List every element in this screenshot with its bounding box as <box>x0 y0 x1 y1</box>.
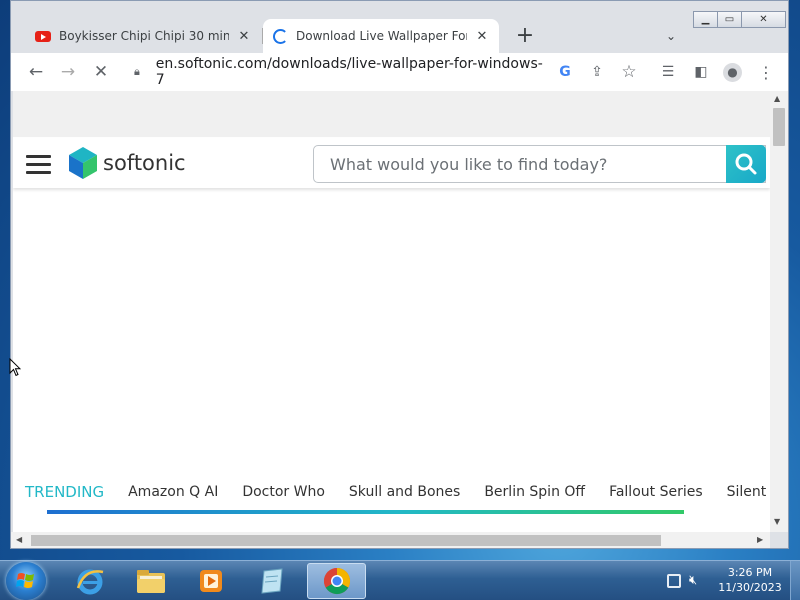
maximize-button[interactable]: ▭ <box>717 11 742 28</box>
clock-date: 11/30/2023 <box>718 581 782 594</box>
tab-youtube[interactable]: Boykisser Chipi Chipi 30 min AND ✕ <box>25 19 261 53</box>
tab-title: Boykisser Chipi Chipi 30 min AND <box>59 29 229 43</box>
media-player-taskbar-button[interactable] <box>185 563 237 599</box>
profile-avatar[interactable]: ● <box>723 63 742 82</box>
mouse-cursor-icon <box>9 358 21 377</box>
bookmark-star-icon[interactable]: ☆ <box>614 57 644 87</box>
search-icon <box>735 153 757 175</box>
scroll-left-arrow[interactable]: ◀ <box>16 535 22 544</box>
internet-explorer-icon <box>76 569 104 595</box>
tab-title: Download Live Wallpaper For Wi <box>296 29 467 43</box>
menu-icon[interactable]: ⋮ <box>751 57 781 87</box>
search-button[interactable] <box>726 145 766 183</box>
share-icon[interactable]: ⇪ <box>582 57 612 87</box>
trending-item[interactable]: Amazon Q AI <box>128 484 218 500</box>
trending-progress-line <box>47 510 684 514</box>
trending-item[interactable]: Berlin Spin Off <box>484 484 585 500</box>
stop-loading-icon[interactable]: ✕ <box>86 57 116 87</box>
start-button[interactable] <box>6 562 46 600</box>
youtube-icon <box>35 30 51 42</box>
site-header: softonic What would you like to find tod… <box>13 138 770 188</box>
network-icon[interactable] <box>667 574 681 588</box>
horizontal-scrollbar[interactable]: ◀ ▶ <box>11 532 770 548</box>
softonic-logo[interactable]: softonic <box>69 147 186 179</box>
browser-window: Boykisser Chipi Chipi 30 min AND ✕ Downl… <box>10 0 789 549</box>
reading-list-icon[interactable]: ☰ <box>653 57 683 87</box>
notes-app-taskbar-button[interactable] <box>246 563 298 599</box>
forward-icon[interactable]: → <box>53 57 83 87</box>
url-text: en.softonic.com/downloads/live-wallpaper… <box>155 56 543 88</box>
browser-toolbar: ← → ✕ 🔒︎ en.softonic.com/downloads/live-… <box>11 53 788 91</box>
trending-item[interactable]: Skull and Bones <box>349 484 460 500</box>
google-icon[interactable]: G <box>550 57 580 87</box>
back-icon[interactable]: ← <box>21 57 51 87</box>
file-explorer-taskbar-button[interactable] <box>125 563 177 599</box>
site-search-input[interactable]: What would you like to find today? <box>313 145 766 183</box>
tab-softonic[interactable]: Download Live Wallpaper For Wi ✕ <box>263 19 499 53</box>
vertical-scrollbar[interactable]: ▲ ▼ <box>770 91 788 532</box>
clock[interactable]: 3:26 PM 11/30/2023 <box>712 566 788 594</box>
tab-search-icon[interactable]: ⌄ <box>661 23 681 49</box>
new-tab-button[interactable]: + <box>513 23 537 49</box>
minimize-button[interactable]: ▁ <box>693 11 718 28</box>
media-player-icon <box>200 570 222 592</box>
logo-text: softonic <box>103 151 186 175</box>
ad-banner-area <box>13 91 770 137</box>
close-window-button[interactable]: ✕ <box>741 11 786 28</box>
chrome-icon <box>323 567 350 595</box>
vertical-scroll-thumb[interactable] <box>773 108 785 146</box>
notepad-icon <box>261 568 283 594</box>
scroll-up-arrow[interactable]: ▲ <box>774 94 780 103</box>
scroll-right-arrow[interactable]: ▶ <box>757 535 763 544</box>
trending-item[interactable]: Silent I <box>727 484 770 500</box>
side-panel-icon[interactable]: ◧ <box>686 57 716 87</box>
windows-logo-icon <box>16 573 34 588</box>
close-tab-icon[interactable]: ✕ <box>237 29 251 44</box>
trending-label: TRENDING <box>25 483 105 501</box>
scroll-down-arrow[interactable]: ▼ <box>774 517 780 526</box>
folder-icon <box>137 570 165 593</box>
volume-muted-icon[interactable]: 🔇︎ <box>689 573 707 589</box>
loading-spinner-icon <box>273 28 288 44</box>
show-desktop-button[interactable] <box>790 561 800 600</box>
horizontal-scroll-thumb[interactable] <box>31 535 661 546</box>
trending-item[interactable]: Doctor Who <box>242 484 325 500</box>
taskbar: 🔇︎ 3:26 PM 11/30/2023 <box>0 560 800 600</box>
search-placeholder: What would you like to find today? <box>330 154 608 174</box>
trending-item[interactable]: Fallout Series <box>609 484 703 500</box>
internet-explorer-taskbar-button[interactable] <box>64 563 116 599</box>
page-viewport: softonic What would you like to find tod… <box>13 91 770 532</box>
chrome-taskbar-button[interactable] <box>307 563 366 599</box>
tab-strip: Boykisser Chipi Chipi 30 min AND ✕ Downl… <box>11 1 788 53</box>
close-tab-icon[interactable]: ✕ <box>475 29 489 44</box>
clock-time: 3:26 PM <box>727 566 773 579</box>
softonic-logo-icon <box>69 147 97 179</box>
hamburger-menu-icon[interactable] <box>26 155 51 179</box>
address-bar[interactable]: 🔒︎ en.softonic.com/downloads/live-wallpa… <box>126 56 543 88</box>
lock-icon: 🔒︎ <box>134 65 140 78</box>
